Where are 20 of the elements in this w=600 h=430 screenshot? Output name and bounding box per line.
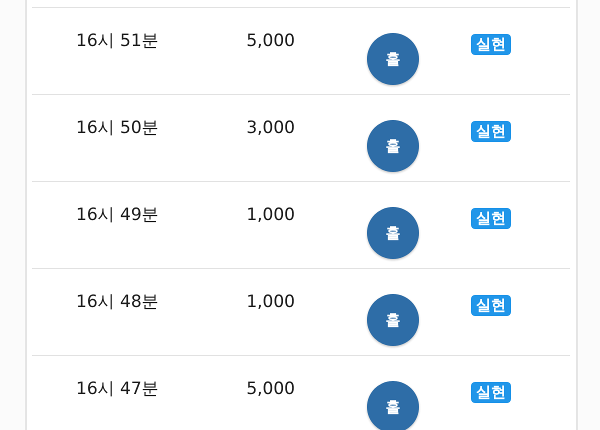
pick-circle: 홀: [367, 207, 419, 259]
status-badge: 실현: [471, 295, 511, 316]
time-text: 16시 47분: [76, 378, 160, 399]
time-text: 16시 48분: [76, 291, 160, 312]
pick-circle: 홀: [367, 294, 419, 346]
pick-circle: 홀: [367, 120, 419, 172]
time-text: 16시 50분: [76, 117, 160, 138]
amount-text: 1,000: [245, 204, 295, 225]
status-badge: 실현: [471, 34, 511, 55]
amount-text: 3,000: [245, 117, 295, 138]
time-text: 16시 51분: [76, 30, 160, 51]
pick-circle: 홀: [367, 381, 419, 430]
time-text: 16시 49분: [76, 204, 160, 225]
amount-text: 1,000: [245, 291, 295, 312]
pick-circle: 홀: [367, 33, 419, 85]
status-badge: 실현: [471, 382, 511, 403]
amount-text: 5,000: [245, 378, 295, 399]
status-badge: 실현: [471, 121, 511, 142]
amount-text: 5,000: [245, 30, 295, 51]
status-badge: 실현: [471, 208, 511, 229]
